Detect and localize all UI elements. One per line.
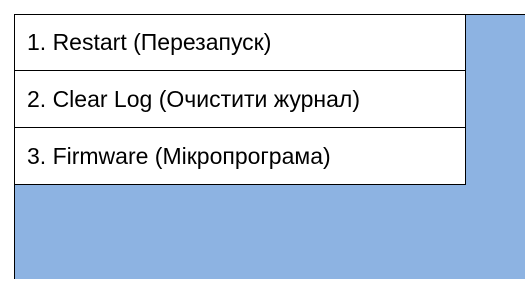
- menu-item-clear-log[interactable]: 2. Clear Log (Очистити журнал): [14, 71, 466, 128]
- menu-item-restart[interactable]: 1. Restart (Перезапуск): [14, 14, 466, 71]
- menu-item-label: 2. Clear Log (Очистити журнал): [27, 85, 360, 112]
- menu-item-firmware[interactable]: 3. Firmware (Мікропрограма): [14, 128, 466, 185]
- screen: 1. Restart (Перезапуск) 2. Clear Log (Оч…: [0, 0, 526, 293]
- menu-item-label: 1. Restart (Перезапуск): [27, 29, 272, 55]
- options-menu: 1. Restart (Перезапуск) 2. Clear Log (Оч…: [14, 14, 466, 185]
- menu-item-label: 3. Firmware (Мікропрограма): [27, 142, 331, 169]
